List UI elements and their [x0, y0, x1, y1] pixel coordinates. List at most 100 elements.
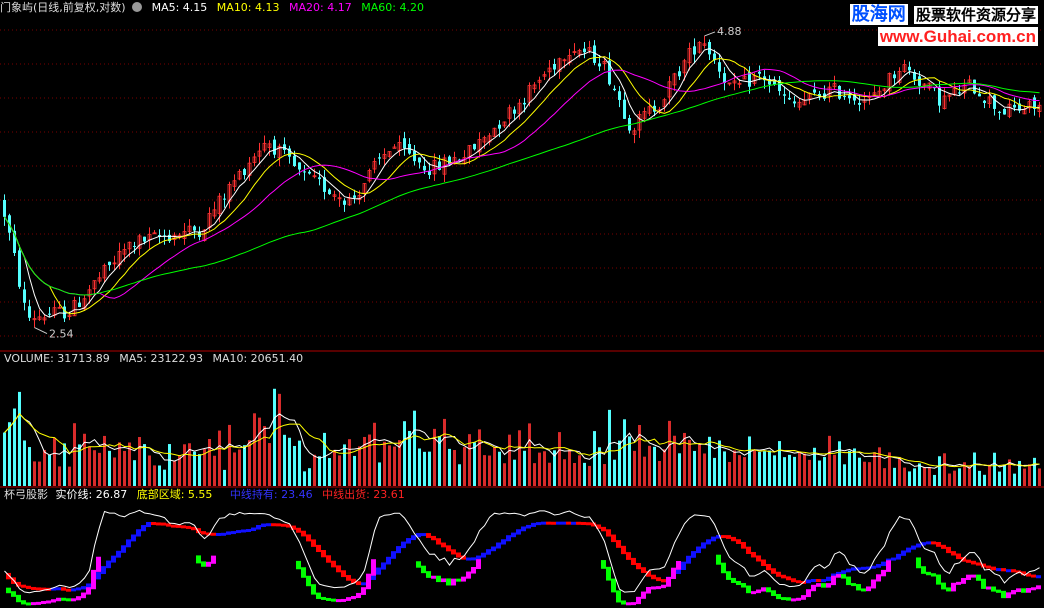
sell-step	[306, 534, 311, 542]
volume-legend: VOLUME: 31713.89 MA5: 23122.93 MA10: 206…	[4, 352, 309, 366]
sell-step	[426, 533, 431, 538]
volume-bar	[138, 437, 141, 486]
price-panel	[3, 31, 1042, 335]
bottom-rise-step	[371, 559, 376, 576]
sell-step	[781, 574, 786, 579]
volume-bar	[443, 418, 446, 486]
candle-body	[18, 250, 21, 287]
hold-step	[871, 565, 876, 569]
bottom-fall-step	[861, 588, 866, 592]
volume-bar	[618, 440, 621, 486]
volume-bar	[623, 419, 626, 486]
bottom-rise-step	[661, 584, 666, 589]
sell-step	[441, 542, 446, 548]
hold-step	[146, 521, 151, 528]
hold-step	[256, 525, 261, 530]
volume-bar	[428, 451, 431, 486]
volume-bar	[18, 391, 21, 486]
candle-body	[328, 189, 331, 195]
volume-bar	[73, 423, 76, 486]
candle-body	[813, 89, 816, 93]
sell-step	[956, 553, 961, 560]
candle-body	[298, 162, 301, 170]
candle-body	[678, 71, 681, 77]
volume-bar	[608, 409, 611, 486]
hold-step	[696, 546, 701, 554]
candle-body	[958, 92, 961, 94]
sell-step	[336, 565, 341, 573]
bottom-fall-step	[976, 574, 981, 581]
volume-bar	[383, 441, 386, 486]
volume-bar	[473, 442, 476, 486]
volume-bar	[98, 452, 101, 486]
bottom-fall-step	[26, 602, 31, 606]
sell-step	[576, 521, 581, 525]
volume-bar	[913, 468, 916, 486]
hold-step	[881, 561, 886, 567]
sell-step	[36, 587, 41, 591]
sell-step	[581, 521, 586, 525]
hold-step	[806, 579, 811, 584]
candle-body	[343, 200, 346, 205]
volume-bar	[228, 424, 231, 486]
sell-step	[951, 551, 956, 556]
volume-bar	[908, 471, 911, 486]
hold-step	[106, 560, 111, 569]
bottom-rise-step	[651, 586, 656, 590]
hold-step	[361, 582, 366, 586]
hold-step	[506, 535, 511, 542]
settings-circle-icon[interactable]	[132, 2, 143, 12]
hold-step	[561, 521, 566, 525]
sell-step	[451, 549, 456, 555]
hold-step	[96, 572, 101, 580]
volume-bar	[683, 432, 686, 486]
sell-step	[341, 570, 346, 578]
bottom-fall-step	[786, 597, 791, 601]
candle-body	[413, 150, 416, 162]
candle-body	[593, 45, 596, 63]
volume-bar	[213, 455, 216, 486]
sell-step	[766, 564, 771, 571]
candle-body	[788, 97, 791, 100]
bottom-fall-step	[856, 584, 861, 591]
hold-step	[811, 579, 816, 583]
volume-bar	[728, 461, 731, 486]
bottom-fall-step	[316, 592, 321, 599]
candle-body	[513, 109, 516, 114]
sell-step	[171, 524, 176, 528]
bottom-fall-step	[296, 560, 301, 570]
sell-step	[601, 526, 606, 532]
volume-bar	[788, 454, 791, 486]
stock-title[interactable]: 门象屿(日线,前复权,对数)	[0, 1, 126, 14]
volume-bar	[418, 448, 421, 486]
candle-body	[918, 76, 921, 86]
volume-bar	[1003, 464, 1006, 486]
sell-step	[1011, 569, 1016, 573]
volume-bar	[798, 451, 801, 486]
candle-body	[23, 289, 26, 303]
hold-step	[81, 586, 86, 590]
bottom-rise-step	[641, 591, 646, 599]
volume-bar	[68, 466, 71, 486]
hold-step	[901, 550, 906, 556]
bottom-rise-step	[866, 586, 871, 592]
volume-bar	[558, 432, 561, 486]
bottom-rise-step	[671, 567, 676, 579]
volume-bar	[288, 437, 291, 486]
hold-step	[706, 539, 711, 545]
volume-bar	[958, 468, 961, 486]
hold-step	[56, 587, 61, 591]
sell-step	[21, 584, 26, 588]
volume-bar	[948, 473, 951, 486]
volume-bar	[833, 454, 836, 486]
volume-bar	[463, 447, 466, 486]
candle-body	[78, 302, 81, 308]
sell-step	[551, 521, 556, 525]
sell-step	[971, 560, 976, 565]
volume-bar	[793, 456, 796, 486]
bottom-fall-step	[981, 578, 986, 589]
bottom-fall-step	[781, 597, 786, 601]
volume-bar	[528, 423, 531, 486]
sell-step	[761, 559, 766, 567]
volume-bar	[873, 452, 876, 486]
